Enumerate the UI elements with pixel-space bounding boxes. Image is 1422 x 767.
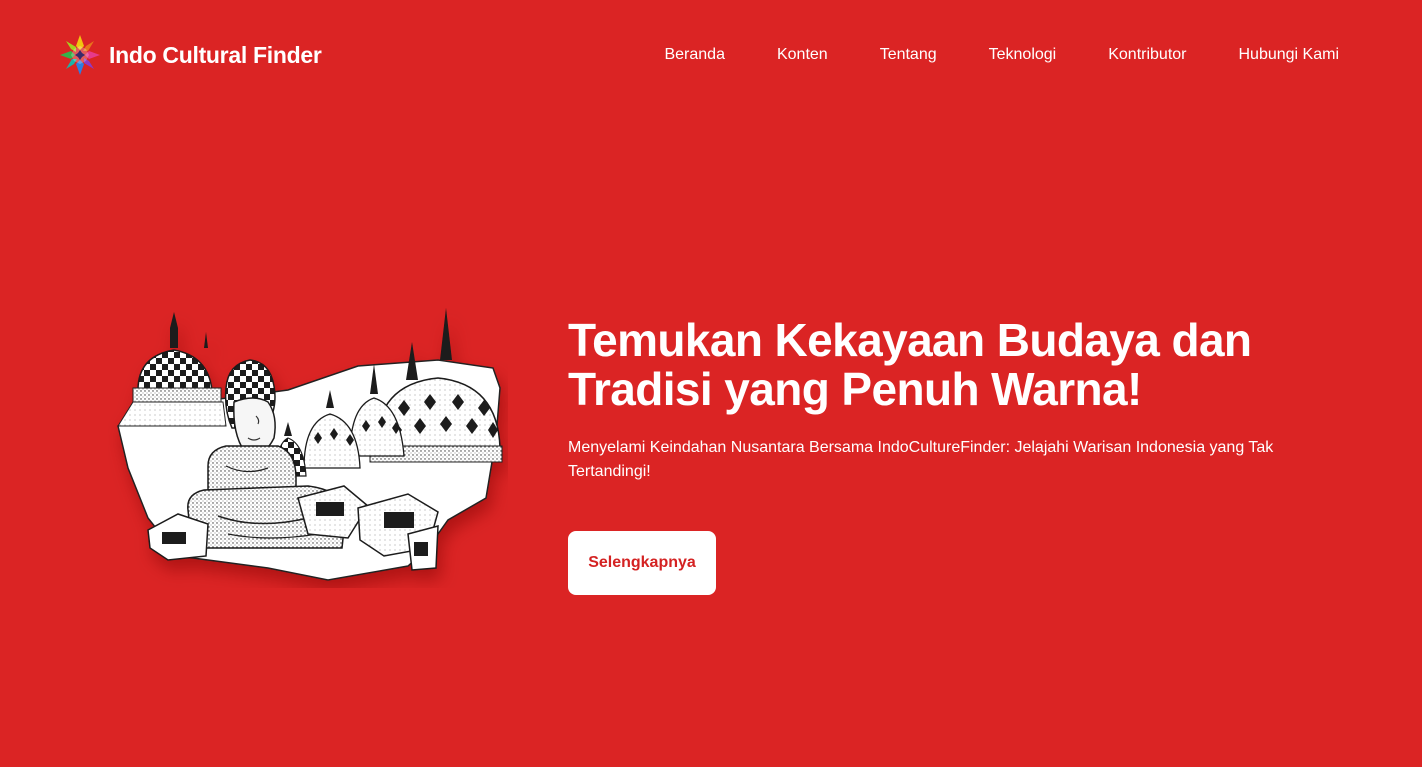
hero-title: Temukan Kekayaan Budaya dan Tradisi yang… (568, 316, 1328, 414)
landing-page: Indo Cultural Finder Beranda Konten Tent… (0, 0, 1422, 767)
hero-subtitle: Menyelami Keindahan Nusantara Bersama In… (568, 439, 1274, 480)
colorful-flower-logo-icon (60, 35, 100, 75)
hero-title-line-2: Tradisi yang Penuh Warna! (568, 363, 1142, 415)
selengkapnya-button[interactable]: Selengkapnya (568, 531, 716, 595)
borobudur-buddha-stupa-illustration (117, 308, 503, 581)
main-nav: Beranda Konten Tentang Teknologi Kontrib… (664, 44, 1339, 66)
nav-item-kontributor[interactable]: Kontributor (1108, 44, 1186, 66)
hero-text: Temukan Kekayaan Budaya dan Tradisi yang… (568, 316, 1328, 484)
hero-illustration (108, 298, 508, 588)
site-header: Indo Cultural Finder Beranda Konten Tent… (0, 0, 1422, 110)
nav-item-konten[interactable]: Konten (777, 44, 828, 66)
brand-link[interactable]: Indo Cultural Finder (59, 34, 322, 76)
nav-item-beranda[interactable]: Beranda (664, 44, 725, 66)
nav-item-teknologi[interactable]: Teknologi (989, 44, 1057, 66)
nav-item-hubungi-kami[interactable]: Hubungi Kami (1239, 44, 1340, 66)
brand-name: Indo Cultural Finder (109, 41, 322, 68)
hero-title-line-1: Temukan Kekayaan Budaya dan (568, 314, 1252, 366)
nav-item-tentang[interactable]: Tentang (880, 44, 937, 66)
